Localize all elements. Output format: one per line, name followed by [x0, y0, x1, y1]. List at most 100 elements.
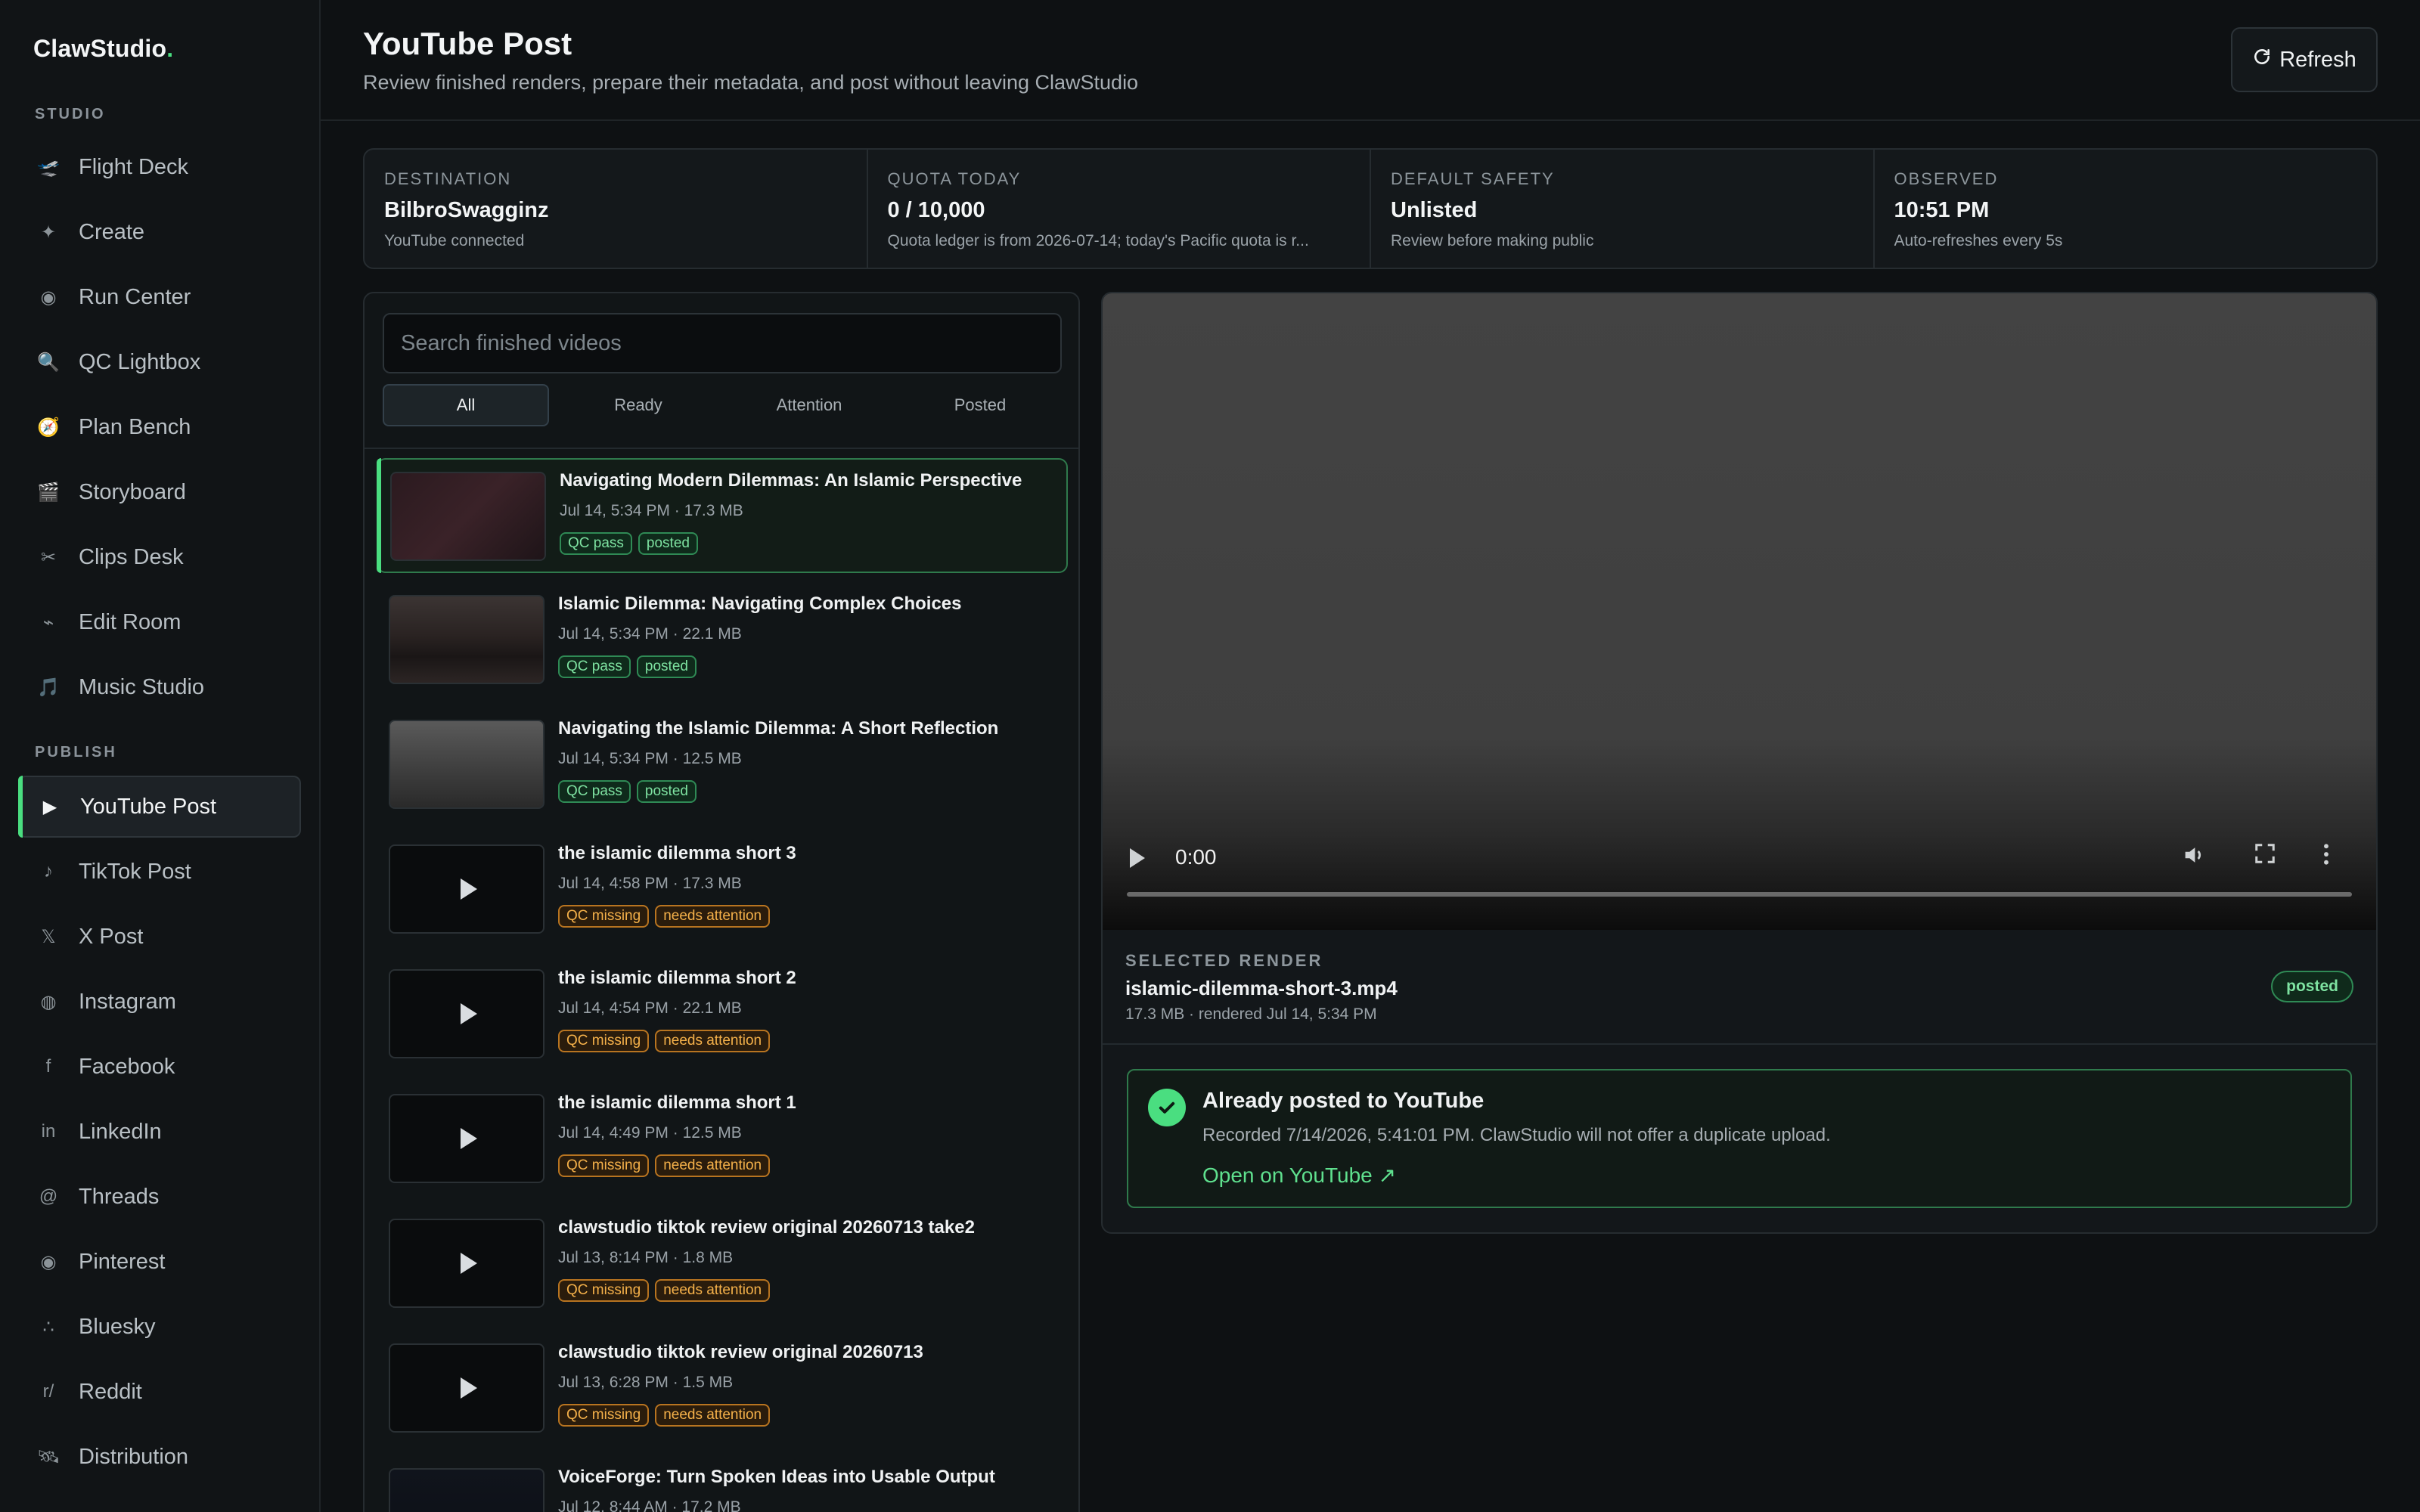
sidebar-item-tiktok-post[interactable]: ♪ TikTok Post [18, 841, 301, 903]
qc-pass-badge: QC pass [558, 655, 631, 678]
sidebar-item-bluesky[interactable]: ∴ Bluesky [18, 1296, 301, 1358]
publish-section-label: PUBLISH [35, 744, 117, 761]
play-icon [461, 1253, 477, 1274]
badge-group: QC missing needs attention [558, 1279, 771, 1302]
filter-tab-all[interactable]: All [383, 384, 549, 426]
sidebar-item-pinterest[interactable]: ◉ Pinterest [18, 1231, 301, 1293]
linkedin-icon: in [41, 1121, 56, 1142]
stat-value: 10:51 PM [1894, 198, 1990, 222]
sidebar-item-music-studio[interactable]: 🎵 Music Studio [18, 656, 301, 718]
more-options-icon[interactable] [2322, 842, 2331, 872]
video-list-item[interactable]: the islamic dilemma short 1 Jul 14, 4:49 … [377, 1082, 1068, 1197]
qc-missing-badge: QC missing [558, 905, 650, 928]
search-input[interactable] [383, 313, 1062, 373]
sidebar-item-label: Run Center [79, 284, 191, 309]
badge-group: QC pass posted [560, 532, 698, 555]
refresh-button[interactable]: Refresh [2231, 27, 2378, 92]
sidebar-item-label: Distribution [79, 1444, 189, 1469]
sidebar-item-label: Reddit [79, 1379, 142, 1404]
sidebar-item-facebook[interactable]: f Facebook [18, 1036, 301, 1098]
video-list-item[interactable]: clawstudio tiktok review original 202607… [377, 1331, 1068, 1446]
sidebar-item-label: Pinterest [79, 1249, 166, 1274]
sidebar-item-plan-bench[interactable]: 🧭 Plan Bench [18, 396, 301, 458]
sidebar-item-reddit[interactable]: r/Reddit [18, 1361, 301, 1423]
video-meta: Jul 13, 6:28 PM · 1.5 MB [558, 1374, 734, 1391]
refresh-icon [2252, 47, 2272, 73]
badge-group: QC missing needs attention [558, 1154, 771, 1177]
video-meta: Jul 14, 4:58 PM · 17.3 MB [558, 875, 742, 892]
video-list-item[interactable]: Navigating Modern Dilemmas: An Islamic P… [377, 458, 1068, 573]
create-icon: ✦ [40, 222, 57, 243]
filter-tab-posted[interactable]: Posted [898, 384, 1062, 426]
sidebar-item-label: Create [79, 219, 145, 244]
video-placeholder-thumbnail [389, 969, 544, 1058]
instagram-icon: ◍ [40, 991, 57, 1012]
sidebar-item-youtube-post[interactable]: ▶ YouTube Post [18, 776, 301, 838]
studio-section-label: STUDIO [35, 106, 106, 122]
badge-group: QC missing needs attention [558, 905, 771, 928]
sidebar-item-instagram[interactable]: ◍ Instagram [18, 971, 301, 1033]
fullscreen-icon[interactable] [2254, 842, 2276, 871]
sidebar-item-clips-desk[interactable]: ✂ Clips Desk [18, 526, 301, 588]
sidebar-item-label: YouTube Post [80, 794, 217, 819]
sidebar-item-x-post[interactable]: 𝕏 X Post [18, 906, 301, 968]
sidebar-item-label: X Post [79, 924, 144, 949]
needs-attention-badge: needs attention [655, 1030, 771, 1052]
sidebar-item-edit-room[interactable]: ⌁ Edit Room [18, 591, 301, 653]
video-title: clawstudio tiktok review original 202607… [558, 1342, 923, 1362]
sidebar-item-run-center[interactable]: ◉ Run Center [18, 266, 301, 328]
sidebar-item-label: Plan Bench [79, 414, 191, 439]
badge-group: QC pass posted [558, 780, 697, 803]
edit-room-icon: ⌁ [42, 612, 54, 633]
threads-icon: @ [39, 1186, 58, 1207]
notice-description: Recorded 7/14/2026, 5:41:01 PM. ClawStud… [1202, 1125, 1831, 1145]
sidebar-item-label: Threads [79, 1184, 160, 1209]
sidebar-item-label: Instagram [79, 989, 176, 1014]
sidebar-item-distribution[interactable]: 🛰 Distribution [18, 1426, 301, 1488]
page-subtitle: Review finished renders, prepare their m… [363, 71, 1139, 94]
video-title: the islamic dilemma short 1 [558, 1092, 796, 1113]
selected-render-meta: 17.3 MB · rendered Jul 14, 5:34 PM [1125, 1005, 1377, 1023]
play-icon [461, 1377, 477, 1399]
sidebar-item-storyboard[interactable]: 🎬 Storyboard [18, 461, 301, 523]
sidebar-item-label: Edit Room [79, 609, 182, 634]
sidebar-item-label: Clips Desk [79, 544, 184, 569]
stat-label: DEFAULT SAFETY [1391, 169, 1555, 188]
sidebar-item-label: QC Lightbox [79, 349, 201, 374]
stat-value: BilbroSwagginz [384, 198, 549, 222]
page-header: YouTube Post Review finished renders, pr… [321, 0, 2420, 121]
sidebar-item-label: Bluesky [79, 1314, 156, 1339]
video-list-item[interactable]: the islamic dilemma short 3 Jul 14, 4:58 … [377, 832, 1068, 947]
stat-note: Auto-refreshes every 5s [1894, 232, 2063, 249]
video-list-item[interactable]: Navigating the Islamic Dilemma: A Short … [377, 708, 1068, 823]
needs-attention-badge: needs attention [655, 1404, 771, 1427]
status-badge: posted [2271, 971, 2353, 1002]
filter-tab-attention[interactable]: Attention [728, 384, 891, 426]
sidebar-item-threads[interactable]: @ Threads [18, 1166, 301, 1228]
video-list-item[interactable]: Islamic Dilemma: Navigating Complex Choi… [377, 583, 1068, 698]
stat-label: DESTINATION [384, 169, 512, 188]
sidebar-item-qc-lightbox[interactable]: 🔍 QC Lightbox [18, 331, 301, 393]
sidebar-item-flight-deck[interactable]: 🛫 Flight Deck [18, 136, 301, 198]
qc-missing-badge: QC missing [558, 1030, 650, 1052]
flight-deck-icon: 🛫 [37, 156, 60, 178]
clips-desk-icon: ✂ [40, 547, 57, 568]
play-icon[interactable] [1130, 848, 1145, 868]
video-title: clawstudio tiktok review original 202607… [558, 1217, 975, 1238]
video-player[interactable]: 0:00 [1103, 293, 2376, 930]
volume-icon[interactable] [2181, 842, 2207, 874]
open-on-youtube-link[interactable]: Open on YouTube ↗ [1202, 1163, 1396, 1188]
video-list-item[interactable]: VoiceForge - Turn spoken ideas into Voice… [377, 1456, 1068, 1512]
filter-tab-ready[interactable]: Ready [557, 384, 720, 426]
stat-note: YouTube connected [384, 232, 525, 249]
video-placeholder-thumbnail [389, 1219, 544, 1308]
sidebar-item-linkedin[interactable]: in LinkedIn [18, 1101, 301, 1163]
video-list-item[interactable]: the islamic dilemma short 2 Jul 14, 4:54 … [377, 957, 1068, 1072]
brand-logo[interactable]: ClawStudio. [33, 35, 173, 63]
pinterest-icon: ◉ [40, 1251, 57, 1272]
video-title: Islamic Dilemma: Navigating Complex Choi… [558, 593, 962, 614]
plan-bench-icon: 🧭 [37, 417, 60, 438]
video-list-item[interactable]: clawstudio tiktok review original 202607… [377, 1207, 1068, 1321]
sidebar-item-create[interactable]: ✦ Create [18, 201, 301, 263]
video-progress-bar[interactable] [1127, 892, 2352, 897]
